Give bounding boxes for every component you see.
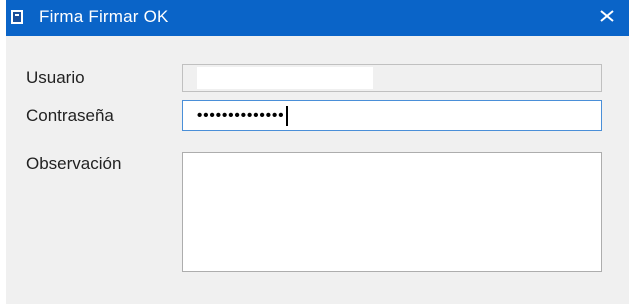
password-label: Contraseña: [26, 106, 114, 125]
app-icon: [10, 9, 25, 25]
user-label: Usuario: [26, 68, 85, 87]
observation-label: Observación: [26, 154, 122, 173]
close-button[interactable]: [585, 0, 629, 36]
dialog-window: Firma Firmar OK Usuario Contraseña •••••…: [6, 0, 629, 304]
password-value: ••••••••••••••: [197, 105, 288, 127]
title-bar: Firma Firmar OK: [6, 0, 629, 36]
close-icon: [600, 10, 614, 22]
observation-textarea[interactable]: [182, 152, 602, 272]
password-field[interactable]: ••••••••••••••: [182, 100, 602, 131]
user-field[interactable]: [182, 64, 602, 92]
window-title: Firma Firmar OK: [39, 7, 169, 26]
user-value: [197, 67, 373, 89]
text-caret: [285, 106, 288, 127]
